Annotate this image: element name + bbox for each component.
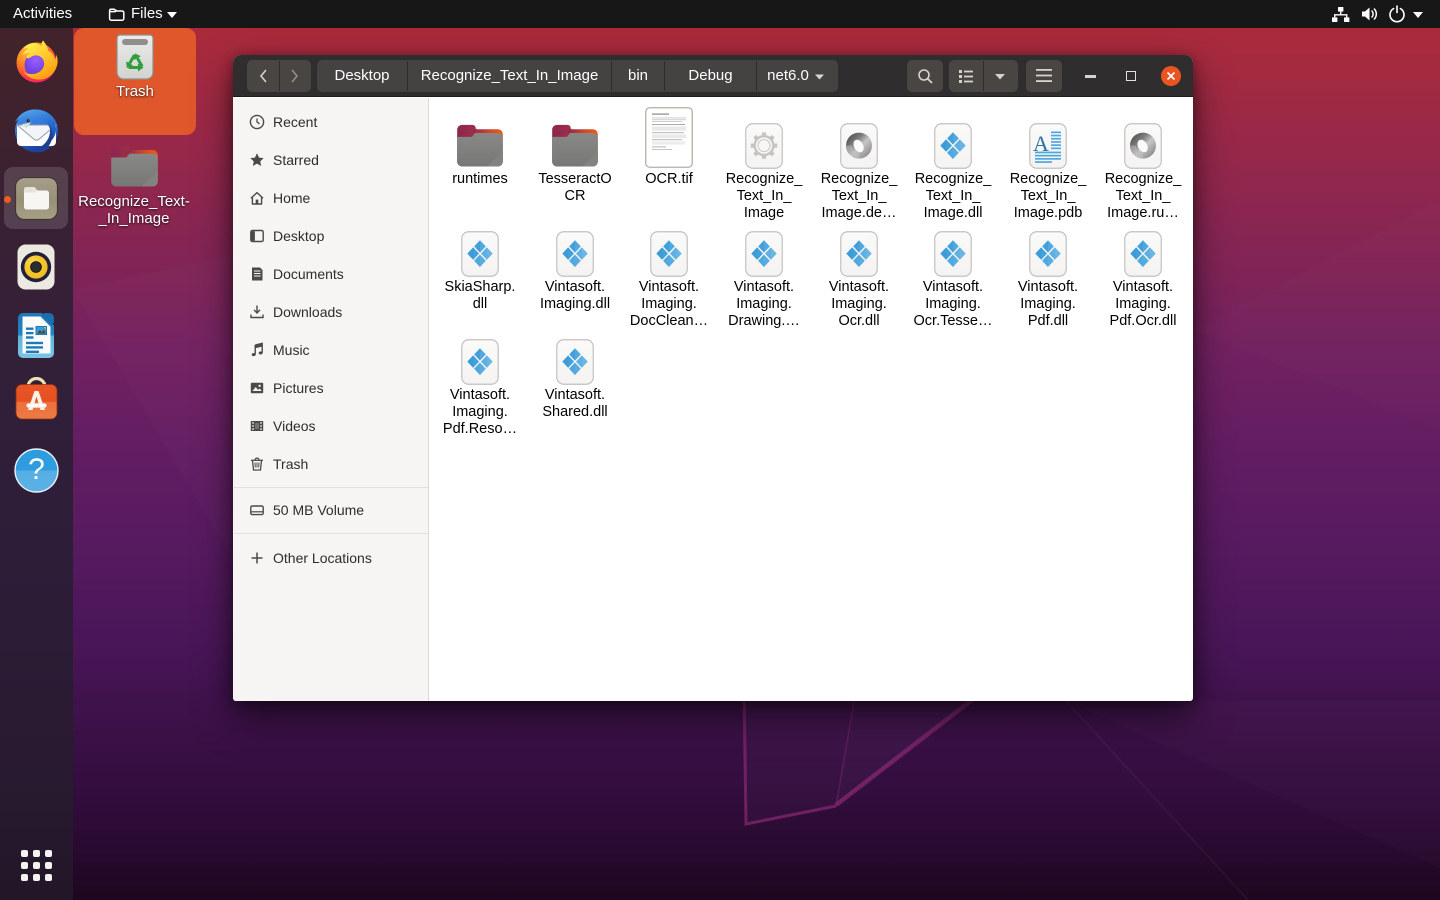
svg-text:?: ? bbox=[28, 453, 45, 486]
